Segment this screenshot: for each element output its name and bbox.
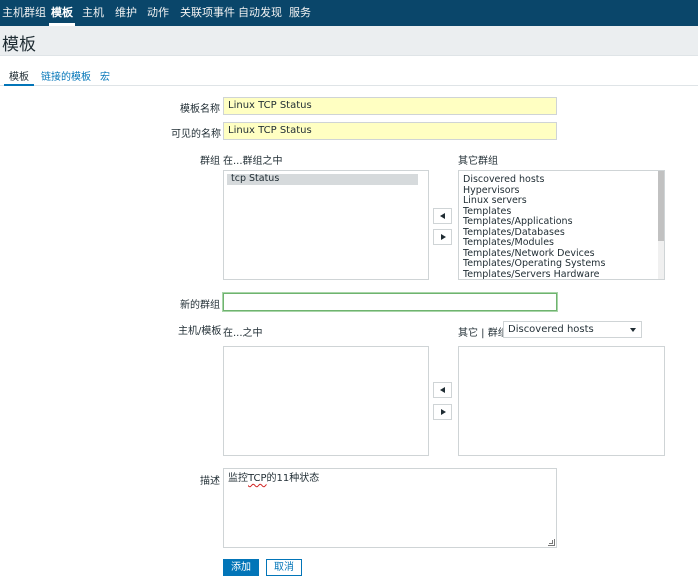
- move-left-button[interactable]: [433, 208, 452, 224]
- new-group-label: 新的群组: [180, 300, 220, 311]
- hosts-templates-label: 主机/模板: [178, 326, 222, 337]
- nav-services[interactable]: 服务: [289, 0, 311, 26]
- page-header: 模板: [0, 26, 698, 56]
- new-group-input[interactable]: [223, 293, 557, 311]
- nav-correlation[interactable]: 关联项事件: [180, 0, 235, 26]
- hosts-other-label: 其它 | 群组: [458, 328, 508, 339]
- hosts-in-label: 在...之中: [223, 328, 263, 339]
- list-item[interactable]: Templates/Operating Systems: [459, 258, 664, 270]
- description-suffix: 的11种状态: [266, 473, 320, 484]
- list-item[interactable]: Templates/Modules: [459, 237, 664, 249]
- arrow-left-icon: [440, 387, 445, 393]
- template-name-input[interactable]: Linux TCP Status: [223, 97, 557, 115]
- template-name-label: 模板名称: [180, 104, 220, 115]
- add-button[interactable]: 添加: [223, 559, 259, 576]
- list-item[interactable]: Templates/Servers Hardware: [459, 269, 664, 279]
- tab-linked-templates[interactable]: 链接的模板: [41, 68, 91, 83]
- visible-name-label: 可见的名称: [171, 129, 221, 140]
- hosts-other-list[interactable]: [458, 346, 665, 456]
- nav-maintenance[interactable]: 维护: [115, 0, 137, 26]
- description-textarea[interactable]: 监控TCP的11种状态: [223, 468, 557, 548]
- nav-host-groups[interactable]: 主机群组: [2, 0, 46, 26]
- host-group-select-value: Discovered hosts: [508, 324, 594, 335]
- groups-other-label: 其它群组: [458, 156, 498, 167]
- form-tabs: 模板 链接的模板 宏: [0, 64, 698, 86]
- cancel-button[interactable]: 取消: [266, 559, 302, 576]
- host-group-select[interactable]: Discovered hosts: [503, 321, 642, 338]
- groups-other-list[interactable]: Discovered hosts Hypervisors Linux serve…: [458, 170, 665, 280]
- description-prefix: 监控: [228, 473, 248, 484]
- list-item[interactable]: tcp Status: [227, 173, 418, 185]
- scrollbar-thumb[interactable]: [658, 171, 664, 241]
- move-host-left-button[interactable]: [433, 382, 452, 398]
- nav-templates[interactable]: 模板: [49, 0, 75, 26]
- resize-handle-icon[interactable]: [548, 539, 555, 546]
- arrow-right-icon: [441, 234, 446, 240]
- description-label: 描述: [200, 476, 220, 487]
- tab-template[interactable]: 模板: [4, 68, 34, 86]
- list-scrollbar[interactable]: [658, 171, 664, 279]
- move-right-button[interactable]: [433, 229, 452, 245]
- groups-in-label: 在...群组之中: [223, 156, 283, 167]
- list-item[interactable]: Linux servers: [459, 195, 664, 207]
- arrow-right-icon: [441, 409, 446, 415]
- page-title: 模板: [2, 35, 36, 55]
- tab-macros[interactable]: 宏: [100, 68, 110, 83]
- hosts-in-list[interactable]: [223, 346, 429, 456]
- top-navigation: 主机群组 模板 主机 维护 动作 关联项事件 自动发现 服务: [0, 0, 698, 26]
- visible-name-input[interactable]: Linux TCP Status: [223, 122, 557, 140]
- list-item[interactable]: Templates/Applications: [459, 216, 664, 228]
- groups-in-list[interactable]: tcp Status: [223, 170, 429, 280]
- arrow-left-icon: [440, 213, 445, 219]
- move-host-right-button[interactable]: [433, 404, 452, 420]
- groups-label: 群组: [200, 156, 220, 167]
- nav-discovery[interactable]: 自动发现: [238, 0, 282, 26]
- list-item[interactable]: Discovered hosts: [459, 174, 664, 186]
- description-misspelled: TCP: [248, 473, 267, 484]
- nav-hosts[interactable]: 主机: [82, 0, 104, 26]
- nav-actions[interactable]: 动作: [147, 0, 169, 26]
- chevron-down-icon: [630, 328, 636, 332]
